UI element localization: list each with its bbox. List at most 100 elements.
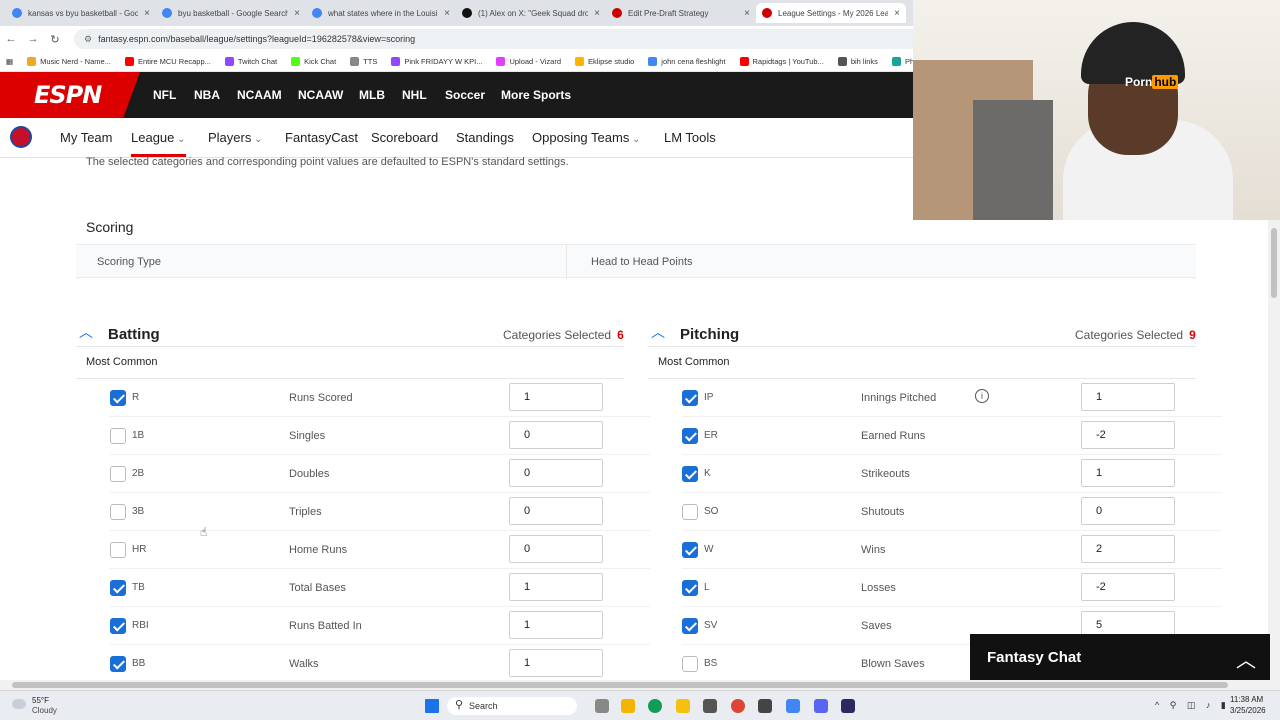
category-checkbox[interactable]: [110, 466, 126, 482]
point-value-input[interactable]: 1: [1081, 383, 1175, 411]
cloud-icon[interactable]: [12, 699, 26, 709]
info-icon[interactable]: i: [975, 389, 989, 403]
bookmark-item[interactable]: Kick Chat: [291, 57, 336, 66]
nav-my-team[interactable]: My Team: [60, 130, 113, 145]
browser-tab[interactable]: Edit Pre-Draft Strategy ×: [606, 3, 756, 23]
category-checkbox[interactable]: [110, 580, 126, 596]
bookmark-item[interactable]: Eklipse studio: [575, 57, 634, 66]
category-checkbox[interactable]: [682, 618, 698, 634]
bookmark-item[interactable]: Rapidtags | YouTub...: [739, 57, 824, 66]
fantasy-baseball-logo-icon[interactable]: [10, 126, 32, 148]
edge-browser-icon[interactable]: [648, 699, 662, 713]
point-value-input[interactable]: 1: [509, 573, 603, 601]
point-value-input[interactable]: 2: [1081, 535, 1175, 563]
notepad-icon[interactable]: [786, 699, 800, 713]
store-icon[interactable]: [703, 699, 717, 713]
sport-link-soccer[interactable]: Soccer: [445, 88, 485, 102]
discord-icon[interactable]: [814, 699, 828, 713]
copilot-icon[interactable]: [621, 699, 635, 713]
point-value-input[interactable]: 0: [509, 459, 603, 487]
category-checkbox[interactable]: [682, 542, 698, 558]
site-info-icon[interactable]: ⚙: [84, 34, 92, 45]
browser-tab[interactable]: kansas vs byu basketball - Goo ×: [6, 3, 156, 23]
back-arrow-icon[interactable]: ←: [0, 33, 22, 45]
sport-link-ncaam[interactable]: NCAAM: [237, 88, 282, 102]
category-checkbox[interactable]: [682, 504, 698, 520]
category-checkbox[interactable]: [682, 428, 698, 444]
point-value-input[interactable]: -2: [1081, 573, 1175, 601]
app-icon[interactable]: [841, 699, 855, 713]
category-checkbox[interactable]: [110, 390, 126, 406]
point-value-input[interactable]: 0: [509, 535, 603, 563]
browser-tab[interactable]: League Settings - My 2026 Lea ×: [756, 3, 906, 23]
sport-link-nba[interactable]: NBA: [194, 88, 220, 102]
task-view-icon[interactable]: [595, 699, 609, 713]
bookmark-item[interactable]: bih links: [837, 57, 878, 66]
apps-grid-icon[interactable]: ▦: [6, 57, 13, 66]
fantasy-chat-bar[interactable]: Fantasy Chat ︿: [970, 634, 1270, 680]
point-value-input[interactable]: 1: [1081, 459, 1175, 487]
tab-close-icon[interactable]: ×: [144, 8, 150, 19]
system-tray[interactable]: ^ ⚲ ◫ ♪ ▮: [1155, 700, 1230, 711]
category-checkbox[interactable]: [110, 504, 126, 520]
sport-link-nfl[interactable]: NFL: [153, 88, 176, 102]
point-value-input[interactable]: -2: [1081, 421, 1175, 449]
taskbar-search[interactable]: Search: [447, 696, 577, 715]
reload-icon[interactable]: ↻: [44, 33, 66, 46]
forward-arrow-icon[interactable]: →: [22, 33, 44, 45]
point-value-input[interactable]: 0: [509, 497, 603, 525]
sport-link-more-sports[interactable]: More Sports: [501, 88, 571, 102]
chrome-icon[interactable]: [731, 699, 745, 713]
category-checkbox[interactable]: [110, 542, 126, 558]
nav-fantasycast[interactable]: FantasyCast: [285, 130, 358, 145]
windows-start-icon[interactable]: [425, 699, 439, 713]
category-checkbox[interactable]: [682, 580, 698, 596]
category-checkbox[interactable]: [682, 390, 698, 406]
browser-tab[interactable]: byu basketball - Google Search ×: [156, 3, 306, 23]
point-value-input[interactable]: 1: [509, 611, 603, 639]
tab-close-icon[interactable]: ×: [744, 8, 750, 19]
horizontal-scrollbar[interactable]: [0, 680, 1280, 690]
espn-logo[interactable]: ESPN: [0, 72, 140, 118]
nav-lm-tools[interactable]: LM Tools: [664, 130, 716, 145]
bookmark-item[interactable]: Twitch Chat: [224, 57, 277, 66]
bookmark-item[interactable]: Entire MCU Recapp...: [124, 57, 211, 66]
nav-standings[interactable]: Standings: [456, 130, 514, 145]
tab-close-icon[interactable]: ×: [594, 8, 600, 19]
point-value-input[interactable]: 0: [509, 421, 603, 449]
point-value-input[interactable]: 1: [509, 649, 603, 677]
vertical-scrollbar[interactable]: [1268, 220, 1280, 680]
browser-tab[interactable]: (1) Alex on X: "Geek Squad dro ×: [456, 3, 606, 23]
sport-link-mlb[interactable]: MLB: [359, 88, 385, 102]
nav-opposing-teams[interactable]: Opposing Teams ⌄: [532, 130, 641, 145]
bookmark-item[interactable]: Upload - Vizard: [496, 57, 561, 66]
tab-close-icon[interactable]: ×: [294, 8, 300, 19]
pitching-collapse-chevron-icon[interactable]: ︿: [651, 322, 665, 342]
tab-close-icon[interactable]: ×: [444, 8, 450, 19]
category-checkbox[interactable]: [110, 656, 126, 672]
browser-tab[interactable]: what states where in the Louisi ×: [306, 3, 456, 23]
vertical-scroll-thumb[interactable]: [1271, 228, 1277, 298]
category-checkbox[interactable]: [682, 656, 698, 672]
point-value-input[interactable]: 0: [1081, 497, 1175, 525]
bookmark-item[interactable]: Music Nerd - Name...: [27, 57, 111, 66]
file-explorer-icon[interactable]: [676, 699, 690, 713]
bookmark-item[interactable]: john cena fleshlight: [648, 57, 726, 66]
bookmark-item[interactable]: Pink FRIDAYY W KPI...: [391, 57, 482, 66]
category-checkbox[interactable]: [682, 466, 698, 482]
obs-icon[interactable]: [758, 699, 772, 713]
nav-scoreboard[interactable]: Scoreboard: [371, 130, 438, 145]
category-checkbox[interactable]: [110, 618, 126, 634]
category-checkbox[interactable]: [110, 428, 126, 444]
bookmark-item[interactable]: TTS: [350, 57, 377, 66]
nav-players[interactable]: Players ⌄: [208, 130, 263, 145]
chevron-up-icon[interactable]: ︿: [1236, 644, 1256, 673]
point-value-input[interactable]: 1: [509, 383, 603, 411]
url-field[interactable]: ⚙ fantasy.espn.com/baseball/league/setti…: [74, 29, 934, 49]
sport-link-nhl[interactable]: NHL: [402, 88, 427, 102]
batting-collapse-chevron-icon[interactable]: ︿: [79, 322, 93, 342]
tab-close-icon[interactable]: ×: [894, 8, 900, 19]
horizontal-scroll-thumb[interactable]: [12, 682, 1228, 688]
nav-league[interactable]: League ⌄: [131, 130, 186, 157]
sport-link-ncaaw[interactable]: NCAAW: [298, 88, 343, 102]
